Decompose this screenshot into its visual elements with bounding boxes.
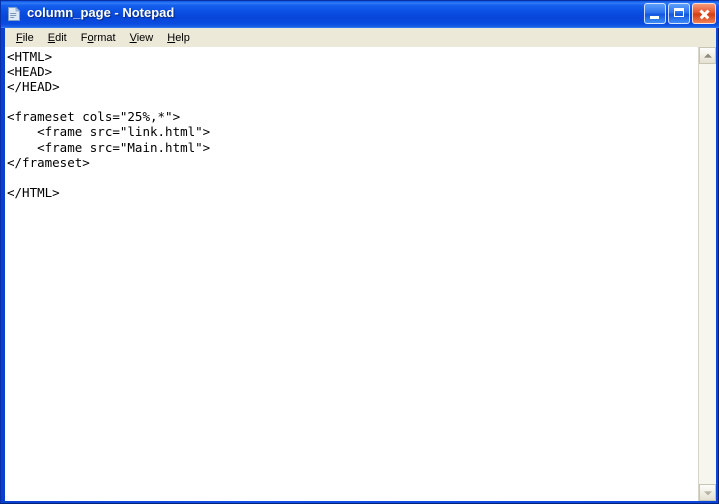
- menu-item-file[interactable]: File: [9, 30, 41, 46]
- menu-item-format-rest: rmat: [93, 31, 116, 44]
- menu-item-file-rest: ile: [22, 31, 34, 44]
- scroll-down-button[interactable]: [699, 484, 716, 501]
- client-area: <HTML> <HEAD> </HEAD> <frameset cols="25…: [5, 47, 716, 501]
- minimize-button[interactable]: [644, 3, 666, 24]
- close-button[interactable]: [692, 3, 716, 24]
- scrollbar-track[interactable]: [699, 64, 716, 484]
- minimize-icon: [650, 16, 659, 19]
- window-controls: [644, 3, 716, 25]
- menu-item-edit[interactable]: Edit: [41, 30, 74, 46]
- menu-item-help-rest: elp: [175, 31, 190, 44]
- menu-item-edit-rest: dit: [55, 31, 67, 44]
- text-editor[interactable]: <HTML> <HEAD> </HEAD> <frameset cols="25…: [5, 47, 695, 501]
- notepad-document-icon: [8, 6, 21, 21]
- menu-item-view-rest: iew: [136, 31, 154, 44]
- window-title: column_page - Notepad: [27, 5, 175, 20]
- notepad-window: column_page - Notepad File Edit Format V…: [0, 0, 719, 504]
- title-bar[interactable]: column_page - Notepad: [1, 1, 719, 28]
- scroll-down-arrow-icon: [703, 490, 712, 495]
- maximize-button[interactable]: [668, 3, 690, 24]
- close-icon: [693, 4, 715, 23]
- vertical-scrollbar[interactable]: [698, 47, 716, 501]
- editor-content[interactable]: <HTML> <HEAD> </HEAD> <frameset cols="25…: [7, 49, 210, 200]
- menu-bar: File Edit Format View Help: [5, 28, 716, 48]
- scroll-up-button[interactable]: [699, 47, 716, 64]
- scroll-up-arrow-icon: [703, 53, 712, 58]
- menu-item-help[interactable]: Help: [160, 30, 197, 46]
- maximize-icon: [674, 8, 684, 17]
- menu-item-view[interactable]: View: [123, 30, 161, 46]
- menu-item-format[interactable]: Format: [74, 30, 123, 46]
